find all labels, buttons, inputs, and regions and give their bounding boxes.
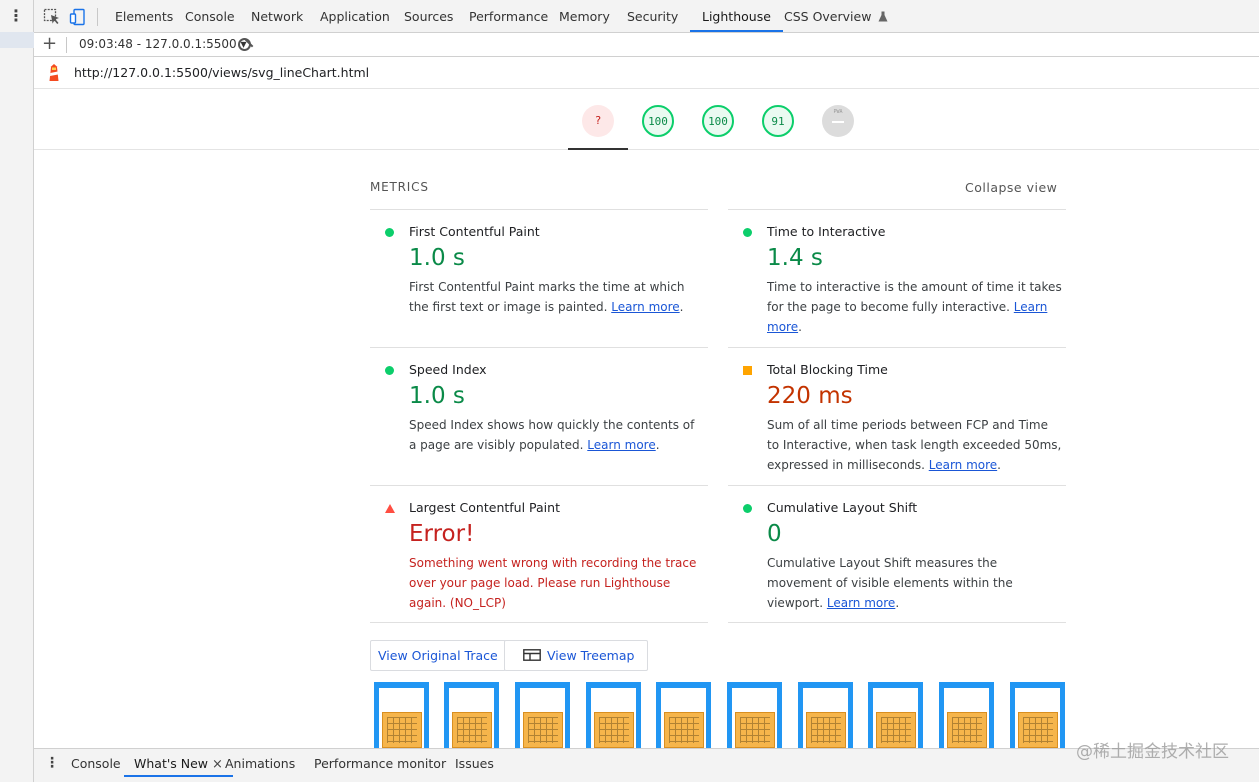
metric-fcp: First Contentful Paint 1.0 s First Conte… [370,210,708,347]
gutter-selection [0,32,34,48]
metric-title: Largest Contentful Paint [409,500,560,515]
drawer-tab-whats-new-label: What's New [134,756,209,771]
drawer-tab-issues[interactable]: Issues [455,749,494,777]
metric-description: First Contentful Paint marks the time at… [409,280,685,314]
learn-more-link[interactable]: Learn more [611,300,679,314]
view-treemap-label: View Treemap [547,648,635,663]
fail-indicator-icon [385,504,395,513]
metric-value: 0 [767,521,782,547]
tab-css-overview[interactable]: CSS Overview [784,0,888,32]
gauge-pwa[interactable]: PWA [822,105,854,137]
drawer-tab-performance-monitor[interactable]: Performance monitor [314,749,446,777]
gauge-accessibility[interactable]: 100 [642,105,674,137]
watermark: @稀土掘金技术社区 [1076,742,1229,762]
inspect-element-icon[interactable] [43,8,61,26]
close-tab-icon[interactable]: × [212,757,223,772]
score-gauges: ? 100 100 91 PWA [34,89,1259,150]
gauge-seo[interactable]: 91 [762,105,794,137]
average-indicator-icon [743,366,752,375]
metrics-header: METRICS [370,180,429,194]
left-gutter: ⋮ [0,0,34,782]
learn-more-link[interactable]: Learn more [587,438,655,452]
learn-more-link[interactable]: Learn more [827,596,895,610]
metric-description-text: Sum of all time periods between FCP and … [767,418,1062,472]
metric-value: 1.0 s [409,383,465,409]
gauge-performance[interactable]: ? [582,105,614,137]
tab-lighthouse[interactable]: Lighthouse [690,0,783,32]
metric-title: Time to Interactive [767,224,886,239]
metric-title: Total Blocking Time [767,362,888,377]
filmstrip-frame [868,682,923,748]
toolbar-separator [66,37,67,53]
metric-error-message: Something went wrong with recording the … [409,556,697,610]
metric-value: 1.4 s [767,245,823,271]
filmstrip-frame [727,682,782,748]
report-selector[interactable]: 09:03:48 - 127.0.0.1:5500 ▾ [79,33,247,55]
filmstrip-frame [939,682,994,748]
treemap-icon [523,649,541,661]
clear-reports-icon[interactable] [238,38,251,51]
metric-tbt: Total Blocking Time 220 ms Sum of all ti… [728,348,1066,485]
metric-speed-index: Speed Index 1.0 s Speed Index shows how … [370,348,708,485]
metric-description: Speed Index shows how quickly the conten… [409,418,695,452]
filmstrip-frame [798,682,853,748]
lighthouse-logo-icon [49,64,59,81]
tab-security[interactable]: Security [627,0,678,32]
device-toolbar-icon[interactable] [69,8,87,26]
metric-value: 1.0 s [409,245,465,271]
metric-title: Speed Index [409,362,487,377]
pass-indicator-icon [385,228,394,237]
divider [370,622,708,623]
filmstrip-frame [586,682,641,748]
divider [728,622,1066,623]
tab-application[interactable]: Application [320,0,390,32]
metric-title: Cumulative Layout Shift [767,500,918,515]
metric-title: First Contentful Paint [409,224,540,239]
metric-value: Error! [409,521,475,547]
filmstrip-frame [374,682,429,748]
metric-value: 220 ms [767,383,853,409]
metric-cls: Cumulative Layout Shift 0 Cumulative Lay… [728,486,1066,623]
tab-separator [97,8,98,26]
tab-memory[interactable]: Memory [559,0,610,32]
filmstrip-frame [444,682,499,748]
report-url-bar: http://127.0.0.1:5500/views/svg_lineChar… [34,57,1259,89]
tab-elements[interactable]: Elements [115,0,173,32]
metric-lcp: Largest Contentful Paint Error! Somethin… [370,486,708,623]
pass-indicator-icon [385,366,394,375]
pass-indicator-icon [743,504,752,513]
drawer-tab-whats-new[interactable]: What's New × [124,749,233,777]
more-options-icon[interactable]: ⋮ [8,6,24,26]
drawer-tab-console[interactable]: Console [71,749,121,777]
view-original-trace-button[interactable]: View Original Trace [370,640,506,671]
lighthouse-toolbar: + 09:03:48 - 127.0.0.1:5500 ▾ [34,33,1259,57]
new-report-button[interactable]: + [42,33,57,55]
tab-network[interactable]: Network [251,0,303,32]
filmstrip-frame [656,682,711,748]
tab-sources[interactable]: Sources [404,0,453,32]
metric-description: Sum of all time periods between FCP and … [767,418,1062,472]
gauge-best-practices[interactable]: 100 [702,105,734,137]
collapse-view-toggle[interactable]: Collapse view [965,180,1057,195]
filmstrip-frame [515,682,570,748]
metric-description: Cumulative Layout Shift measures the mov… [767,556,1013,610]
report-url[interactable]: http://127.0.0.1:5500/views/svg_lineChar… [74,57,369,89]
devtools-tab-bar: Elements Console Network Application Sou… [34,0,1259,33]
drawer-tab-animations[interactable]: Animations [225,749,295,777]
metric-tti: Time to Interactive 1.4 s Time to intera… [728,210,1066,347]
tab-console[interactable]: Console [185,0,235,32]
experiment-flask-icon [878,11,888,22]
lighthouse-report: METRICS Collapse view First Contentful P… [34,150,1259,748]
drawer-menu-icon[interactable]: ⋮ [45,755,59,771]
filmstrip-frame [1010,682,1065,748]
devtools-window: ⋮ Elements Console Network Application S… [0,0,1259,782]
view-treemap-button[interactable]: View Treemap [504,640,649,671]
pwa-dash-icon [832,121,844,123]
pass-indicator-icon [743,228,752,237]
tab-performance[interactable]: Performance [469,0,548,32]
metric-description: Time to interactive is the amount of tim… [767,280,1062,334]
learn-more-link[interactable]: Learn more [929,458,997,472]
tab-css-overview-label: CSS Overview [784,9,872,24]
